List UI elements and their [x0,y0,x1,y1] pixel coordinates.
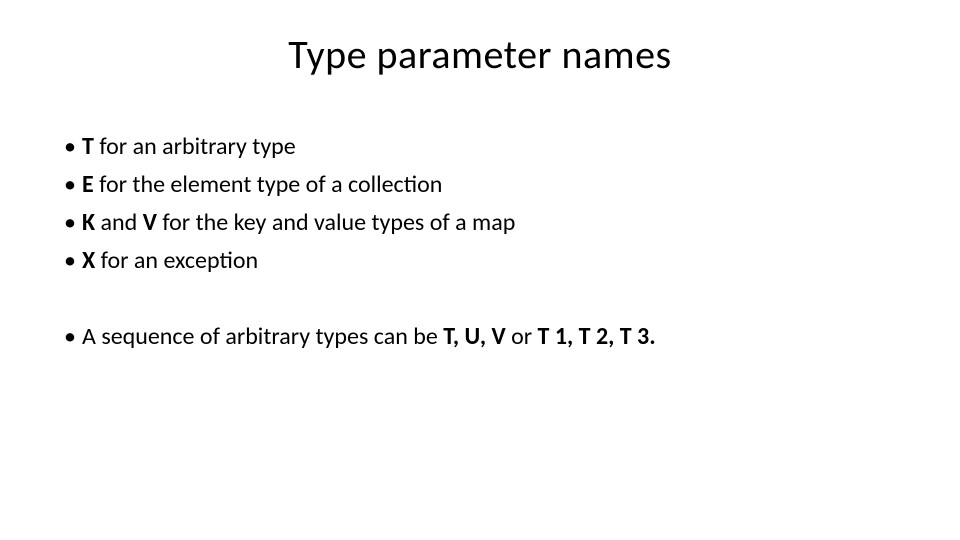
bullet-text: for the element type of a collection [94,170,443,199]
bullet-text: for an exception [95,246,258,275]
bullet-bold: X [82,246,95,275]
bullet-bold: T 1, T 2, T 3. [538,322,656,351]
bullet-text: for an arbitrary type [94,132,296,161]
bullet-bold: T [82,132,94,161]
bullet-item: X for an exception [60,243,900,279]
bullet-item: K and V for the key and value types of a… [60,205,900,241]
bullet-item: T for an arbitrary type [60,129,900,165]
bullet-bold: T, U, V [443,322,505,351]
bullet-bold: E [82,170,94,199]
bullet-text: A sequence of arbitrary types can be [82,322,443,351]
bullet-text: for the key and value types of a map [157,208,515,237]
bullet-list: T for an arbitrary type E for the elemen… [60,129,900,355]
bullet-item: A sequence of arbitrary types can be T, … [60,319,900,355]
bullet-bold: V [143,208,157,237]
bullet-bold: K [82,208,95,237]
bullet-item: E for the element type of a collection [60,167,900,203]
bullet-text: or [506,322,538,351]
bullet-text: and [95,208,143,237]
slide-title: Type parameter names [60,30,900,79]
